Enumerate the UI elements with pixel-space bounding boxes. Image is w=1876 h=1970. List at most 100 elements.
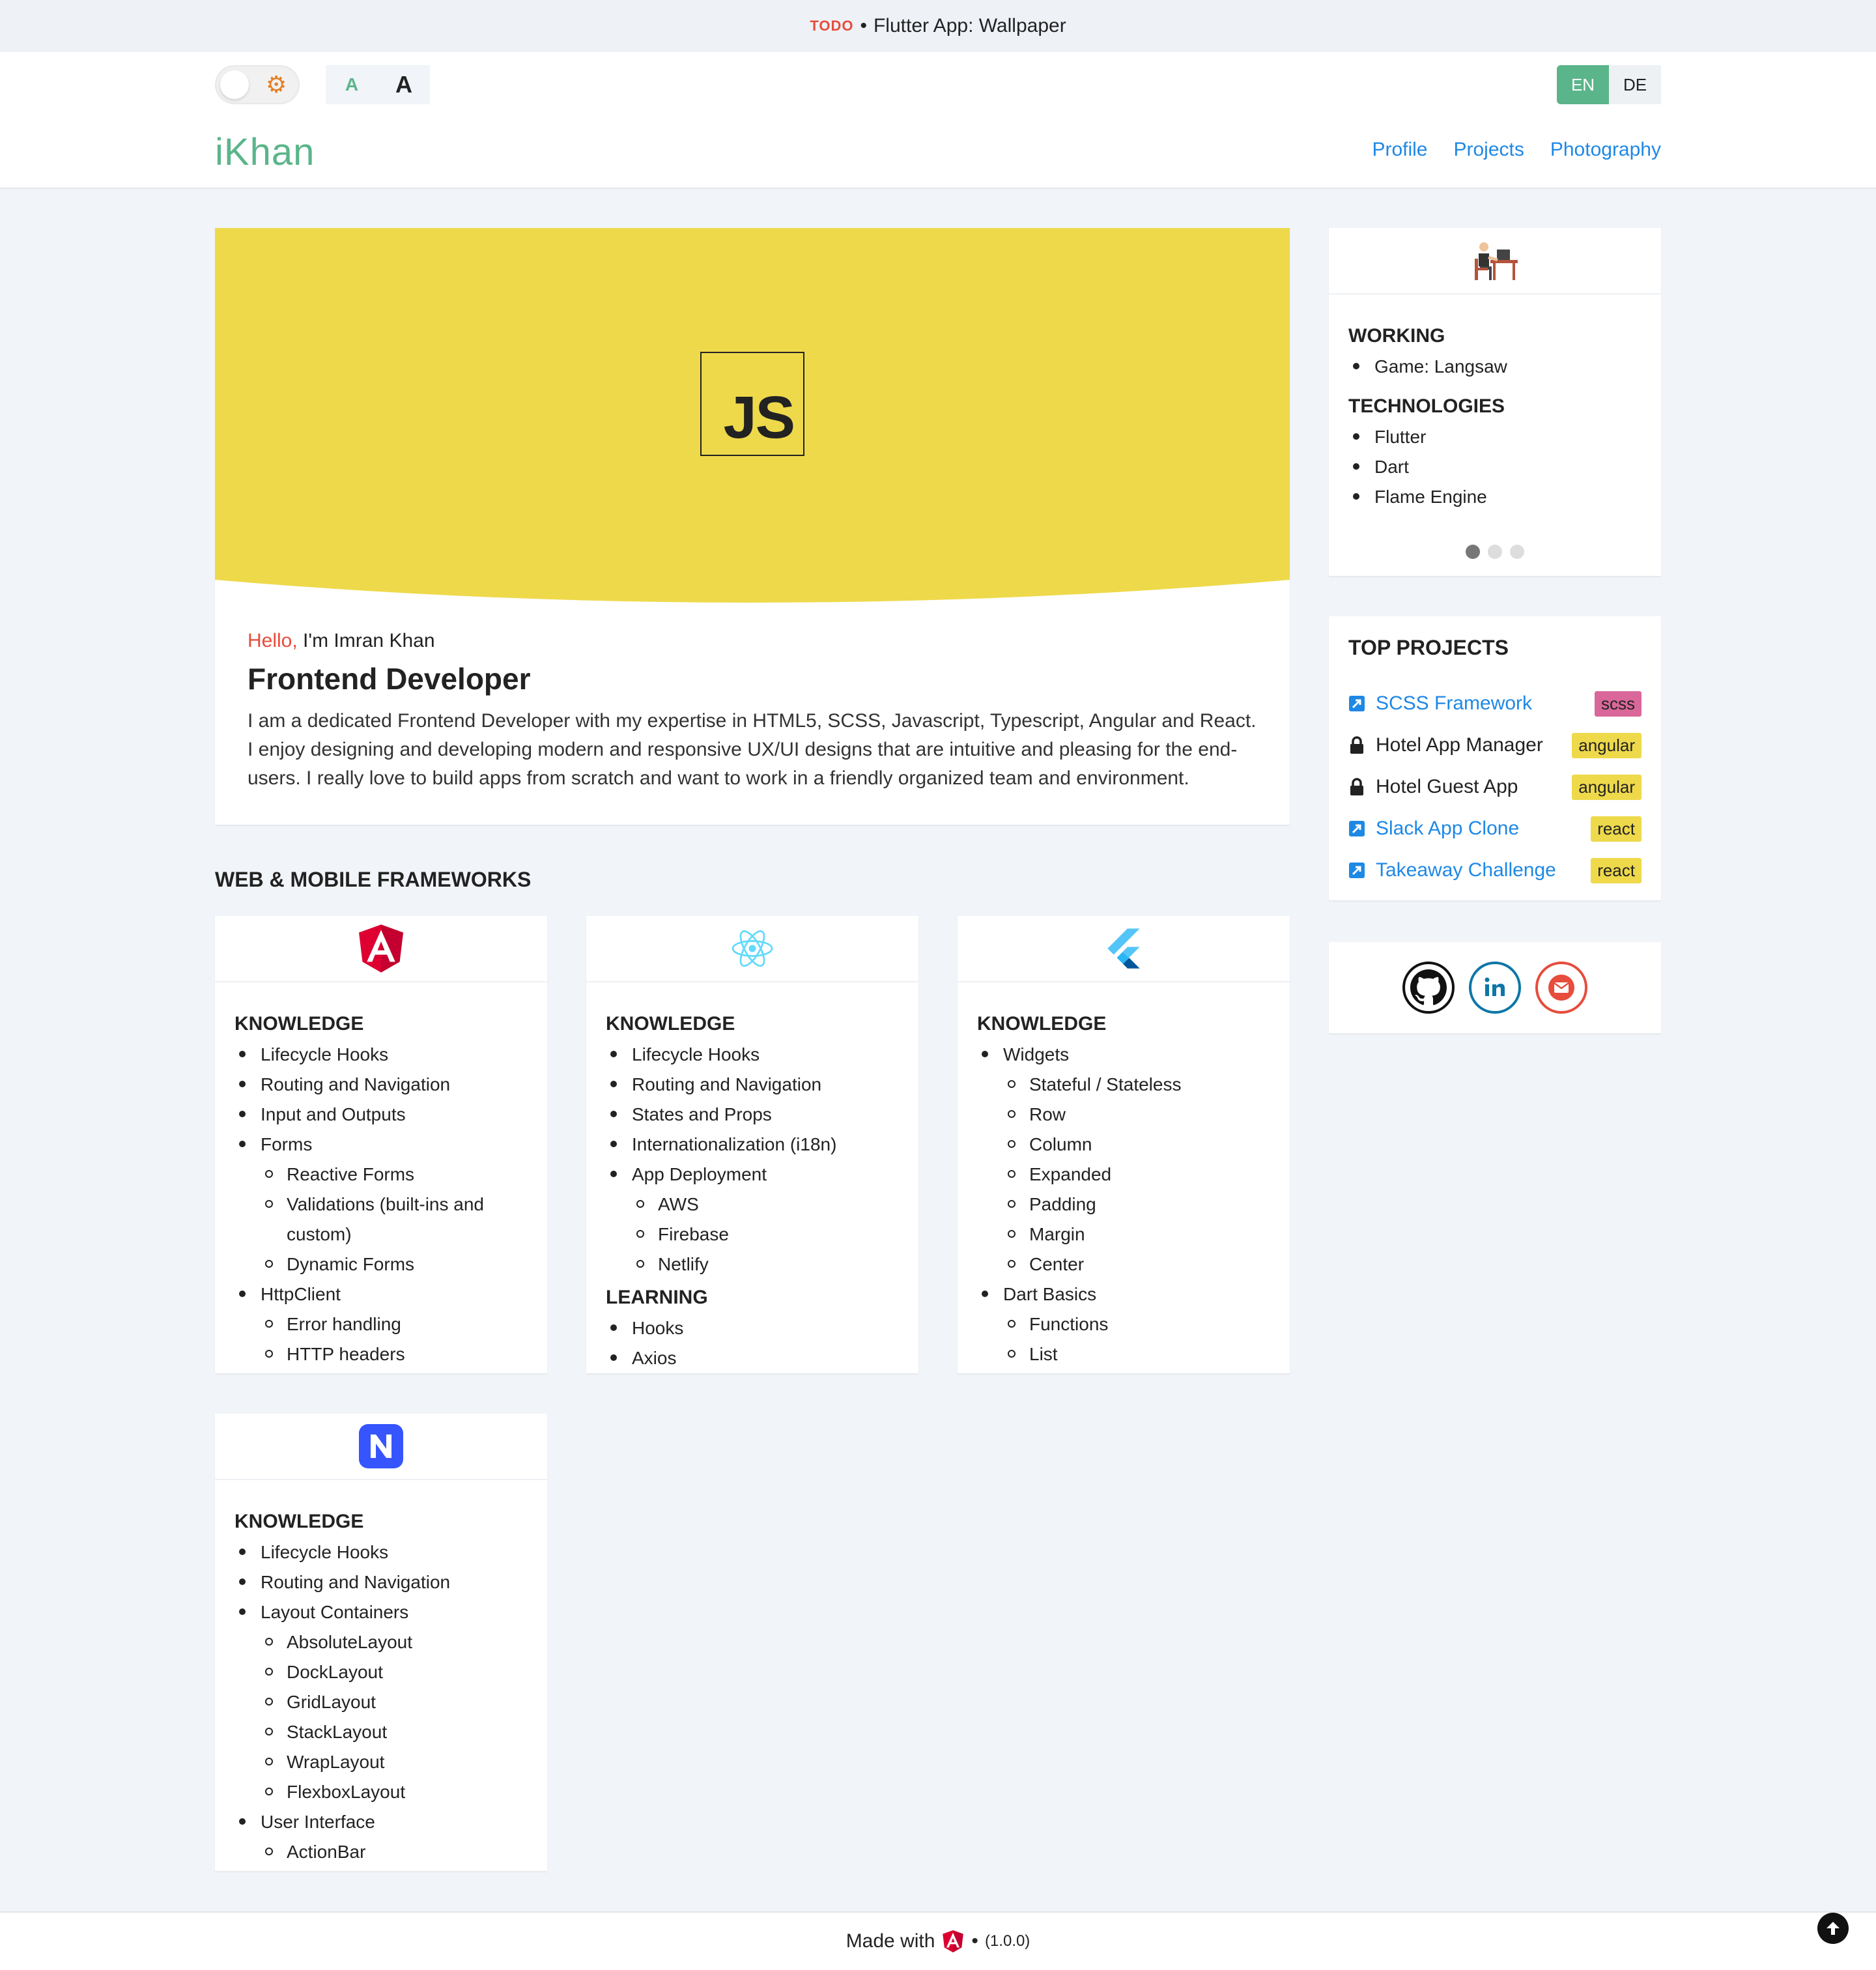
sub-list-item: Netlify — [632, 1249, 899, 1279]
sub-list-item: FlexboxLayout — [261, 1777, 528, 1807]
angular-icon — [943, 1930, 964, 1952]
project-tag: scss — [1595, 691, 1642, 717]
linkedin-icon[interactable] — [1469, 962, 1521, 1014]
font-size-switch: A A — [326, 65, 430, 104]
profile-card: JS Hello, I'm Imran Khan Frontend Develo… — [215, 228, 1290, 825]
nav-photography[interactable]: Photography — [1550, 139, 1661, 161]
external-link-icon — [1348, 695, 1365, 712]
project-link[interactable]: SCSS Framework — [1348, 692, 1532, 715]
list-item-label: Layout Containers — [261, 1602, 409, 1622]
lock-icon — [1348, 778, 1365, 795]
font-large-button[interactable]: A — [378, 65, 430, 104]
list-item-label: Dart Basics — [1003, 1284, 1097, 1304]
external-link-icon — [1348, 862, 1365, 879]
scroll-to-top-button[interactable] — [1817, 1913, 1849, 1944]
sub-list-item: Validations (built-ins and custom) — [261, 1190, 528, 1249]
frameworks-title: WEB & MOBILE FRAMEWORKS — [215, 868, 532, 891]
list-item: Flame Engine — [1348, 482, 1642, 512]
list-item: Game: Langsaw — [1348, 352, 1642, 382]
sub-list-item: StackLayout — [261, 1717, 528, 1747]
developer-at-desk-icon — [1475, 242, 1518, 280]
angular-card-body: KNOWLEDGE Lifecycle Hooks Routing and Na… — [215, 982, 547, 1369]
project-name: Hotel Guest App — [1376, 776, 1518, 797]
list-item: Widgets Stateful / Stateless Row Column … — [977, 1040, 1270, 1279]
flutter-card-header — [958, 916, 1290, 982]
external-link-icon — [1348, 820, 1365, 837]
angular-card: KNOWLEDGE Lifecycle Hooks Routing and Na… — [215, 916, 547, 1373]
lang-en-button[interactable]: EN — [1557, 65, 1609, 104]
project-row[interactable]: Slack App Clone react — [1348, 808, 1642, 849]
toggle-knob — [220, 70, 249, 99]
sub-list-item: AbsoluteLayout — [261, 1627, 528, 1657]
list-item-label: Forms — [261, 1134, 313, 1154]
todo-label: TODO — [810, 18, 854, 34]
list-item-label: HttpClient — [261, 1284, 341, 1304]
project-tag: angular — [1572, 732, 1642, 758]
project-locked: Hotel App Manager — [1348, 734, 1543, 756]
sub-list-item: ActionBar — [261, 1837, 528, 1867]
sub-list-item: WrapLayout — [261, 1747, 528, 1777]
carousel-dot-1[interactable] — [1466, 545, 1480, 559]
carousel-dot-2[interactable] — [1488, 545, 1502, 559]
top-projects-title: TOP PROJECTS — [1348, 636, 1509, 659]
js-logo: JS — [700, 352, 804, 456]
top-projects-card: TOP PROJECTS SCSS Framework scss Hotel A… — [1329, 616, 1661, 900]
main-nav: Profile Projects Photography — [1372, 139, 1661, 161]
react-card-body: KNOWLEDGE Lifecycle Hooks Routing and Na… — [586, 982, 918, 1373]
list-item: Routing and Navigation — [606, 1070, 899, 1100]
lock-icon — [1348, 736, 1365, 754]
project-list: SCSS Framework scss Hotel App Manager an… — [1348, 683, 1642, 891]
list-item: Lifecycle Hooks — [234, 1040, 528, 1070]
sub-list-item: DockLayout — [261, 1657, 528, 1687]
site-footer: Made with • (1.0.0) — [0, 1911, 1876, 1970]
angular-card-header — [215, 916, 547, 982]
nativescript-card-body: KNOWLEDGE Lifecycle Hooks Routing and Na… — [215, 1480, 547, 1867]
flutter-card: KNOWLEDGE Widgets Stateful / Stateless R… — [958, 916, 1290, 1373]
working-card-body: WORKING Game: Langsaw TECHNOLOGIES Flutt… — [1329, 294, 1661, 512]
list-item: HttpClient Error handling HTTP headers — [234, 1279, 528, 1369]
email-icon[interactable] — [1535, 962, 1587, 1014]
project-row[interactable]: Takeaway Challenge react — [1348, 849, 1642, 891]
project-link[interactable]: Takeaway Challenge — [1348, 859, 1556, 881]
working-heading: WORKING — [1348, 325, 1445, 347]
role-title: Frontend Developer — [248, 662, 531, 696]
hello-text: Hello, — [248, 630, 298, 651]
sub-list-item: Stateful / Stateless — [1003, 1070, 1270, 1100]
project-row[interactable]: SCSS Framework scss — [1348, 683, 1642, 724]
learning-heading: LEARNING — [606, 1287, 708, 1308]
list-item: Internationalization (i18n) — [606, 1130, 899, 1160]
bio-text: I am a dedicated Frontend Developer with… — [248, 710, 1257, 789]
project-row: Hotel App Manager angular — [1348, 724, 1642, 766]
nav-projects[interactable]: Projects — [1453, 139, 1524, 161]
github-icon[interactable] — [1402, 962, 1455, 1014]
carousel-dot-3[interactable] — [1510, 545, 1524, 559]
sun-icon: ⚙ — [266, 71, 287, 98]
project-tag: react — [1591, 857, 1642, 883]
list-item: App Deployment AWS Firebase Netlify — [606, 1160, 899, 1279]
flutter-card-body: KNOWLEDGE Widgets Stateful / Stateless R… — [958, 982, 1290, 1369]
sub-list-item: Functions — [1003, 1309, 1270, 1339]
technologies-heading: TECHNOLOGIES — [1348, 395, 1505, 417]
announcement-bar[interactable]: TODO • Flutter App: Wallpaper — [0, 0, 1876, 52]
sub-list-item: Dynamic Forms — [261, 1249, 528, 1279]
project-name: Slack App Clone — [1376, 818, 1520, 839]
sub-list-item: Row — [1003, 1100, 1270, 1130]
sub-list-item: Padding — [1003, 1190, 1270, 1220]
knowledge-heading: KNOWLEDGE — [606, 1013, 735, 1035]
project-link[interactable]: Slack App Clone — [1348, 818, 1519, 840]
project-row: Hotel Guest App angular — [1348, 766, 1642, 808]
list-item: Routing and Navigation — [234, 1567, 528, 1597]
theme-toggle[interactable]: ⚙ — [215, 65, 300, 104]
react-card-header — [586, 916, 918, 982]
lang-de-button[interactable]: DE — [1609, 65, 1661, 104]
working-card: WORKING Game: Langsaw TECHNOLOGIES Flutt… — [1329, 228, 1661, 576]
angular-icon — [359, 924, 403, 973]
sub-list-item: List — [1003, 1339, 1270, 1369]
project-locked: Hotel Guest App — [1348, 776, 1518, 798]
font-small-button[interactable]: A — [326, 65, 378, 104]
announcement-text[interactable]: Flutter App: Wallpaper — [874, 15, 1066, 37]
sub-list-item: GridLayout — [261, 1687, 528, 1717]
nav-profile[interactable]: Profile — [1372, 139, 1427, 161]
site-logo[interactable]: iKhan — [215, 130, 315, 174]
social-card — [1329, 942, 1661, 1033]
